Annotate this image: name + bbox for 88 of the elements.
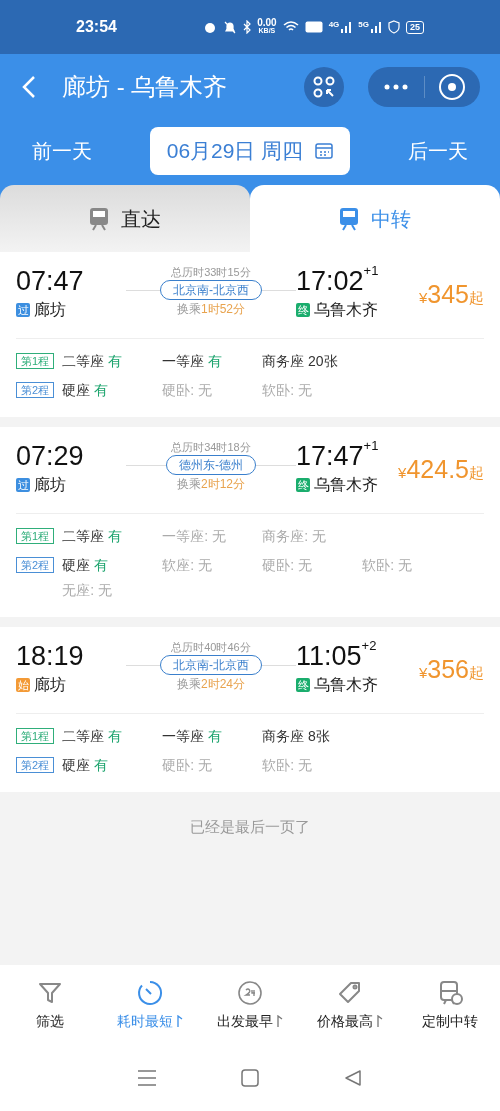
price: ¥356起 (418, 654, 484, 685)
scan-button[interactable] (304, 67, 344, 107)
battery-indicator: 25 (406, 20, 424, 34)
arrive-time: 11:05 (296, 640, 362, 673)
station-badge: 过 (16, 478, 30, 492)
leg-tag: 第2程 (16, 757, 55, 773)
clock-24-icon (236, 978, 264, 1007)
seat-availability: 硬座 有 (62, 756, 109, 775)
tab[interactable]: 中转 (250, 185, 500, 252)
seat-unavailable: 硬卧: 无 (162, 381, 213, 400)
arrive-time: 17:02 (296, 265, 364, 298)
network-type: 4G (328, 21, 340, 29)
capsule-menu[interactable] (368, 67, 480, 107)
leg-tag: 第2程 (16, 382, 55, 398)
arrive-time: 17:47 (296, 440, 364, 473)
seat-availability: 一等座 有 (162, 352, 223, 371)
depart-time: 07:29 (16, 440, 85, 473)
arrive-station: 乌鲁木齐 (314, 675, 378, 695)
train-icon (89, 206, 109, 231)
date-picker[interactable]: 06月29日 周四 (150, 126, 350, 175)
signal-icon (370, 21, 382, 33)
seat-availability: 一等座 有 (162, 727, 223, 746)
timer-icon (136, 978, 164, 1007)
bell-muted-icon (223, 20, 238, 34)
depart-station: 廊坊 (34, 300, 66, 320)
seat-unavailable: 软座: 无 (162, 556, 213, 575)
seat-unavailable: 一等座: 无 (162, 527, 227, 546)
seat-availability: 二等座 有 (62, 527, 123, 546)
price: ¥424.5起 (398, 454, 484, 485)
leg-tag: 第1程 (16, 528, 55, 544)
home-icon[interactable] (241, 1069, 259, 1087)
transfer-time: 换乘2时24分 (177, 676, 245, 693)
station-badge: 终 (296, 678, 310, 692)
train-icon (339, 206, 359, 231)
seat-unavailable: 无座: 无 (62, 581, 113, 600)
depart-station: 廊坊 (34, 675, 66, 695)
seat-availability: 商务座 20张 (262, 352, 339, 371)
back-triangle-icon[interactable] (343, 1069, 362, 1087)
seat-availability: 二等座 有 (62, 352, 123, 371)
sort-tab[interactable]: 出发最早 (200, 978, 300, 1032)
transfer-time: 换乘1时52分 (177, 301, 245, 318)
clock: 23:54 (76, 17, 117, 37)
station-badge: 终 (296, 478, 310, 492)
page-title: 廊坊 - 乌鲁木齐 (62, 72, 229, 102)
leg-tag: 第1程 (16, 728, 55, 744)
seat-availability: 商务座 8张 (262, 727, 331, 746)
seat-unavailable: 软卧: 无 (362, 556, 413, 575)
station-badge: 过 (16, 303, 30, 317)
total-duration: 总历时40时46分 (171, 640, 251, 655)
seat-unavailable: 软卧: 无 (262, 381, 313, 400)
arrive-station: 乌鲁木齐 (314, 475, 378, 495)
scan-icon (313, 76, 335, 98)
calendar-icon (315, 142, 334, 159)
back-icon[interactable] (20, 75, 38, 99)
wifi-icon (282, 21, 299, 33)
seat-unavailable: 硬卧: 无 (262, 556, 313, 575)
seat-unavailable: 软卧: 无 (262, 756, 313, 775)
network-type: 5G (358, 21, 369, 29)
menu-icon[interactable] (138, 1070, 157, 1086)
leg-tag: 第2程 (16, 557, 55, 573)
sort-tab[interactable]: 定制中转 (400, 978, 500, 1032)
transfer-time: 换乘2时12分 (177, 476, 245, 493)
total-duration: 总历时34时18分 (171, 440, 251, 455)
bluetooth-icon (243, 20, 252, 34)
total-duration: 总历时33时15分 (171, 265, 251, 280)
seat-availability: 硬座 有 (62, 556, 109, 575)
price: ¥345起 (418, 279, 484, 310)
seat-availability: 二等座 有 (62, 727, 123, 746)
end-of-list-note: 已经是最后一页了 (189, 817, 311, 837)
shield-icon (388, 20, 400, 34)
day-offset: +1 (363, 439, 379, 453)
seat-unavailable: 商务座: 无 (262, 527, 327, 546)
station-badge: 始 (16, 678, 30, 692)
sort-tab[interactable]: 耗时最短 (100, 978, 200, 1032)
station-badge: 终 (296, 303, 310, 317)
day-offset: +2 (361, 639, 377, 653)
depart-station: 廊坊 (34, 475, 66, 495)
seat-availability: 硬座 有 (62, 381, 109, 400)
signal-icon (340, 21, 353, 33)
day-offset: +1 (363, 264, 379, 278)
sort-tab[interactable]: 价格最高 (300, 978, 400, 1032)
tab[interactable]: 直达 (0, 185, 250, 252)
leg-tag: 第1程 (16, 353, 55, 369)
sort-tab[interactable]: 筛选 (0, 978, 100, 1032)
seat-unavailable: 硬卧: 无 (162, 756, 213, 775)
depart-time: 07:47 (16, 265, 85, 298)
depart-time: 18:19 (16, 640, 85, 673)
arrive-station: 乌鲁木齐 (314, 300, 378, 320)
